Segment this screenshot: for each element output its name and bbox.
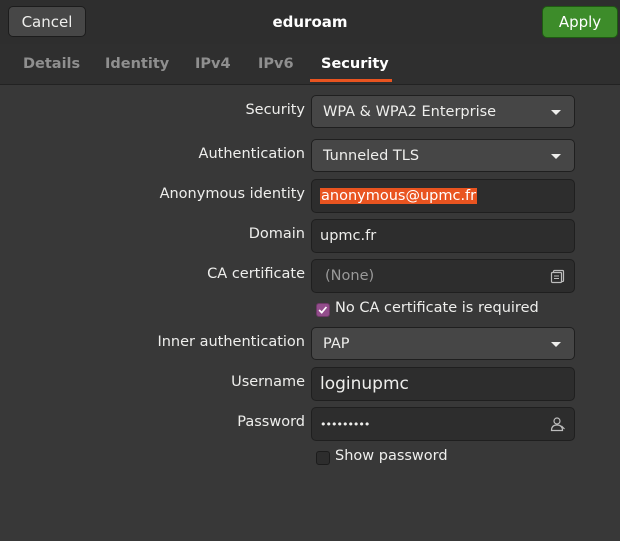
show-password-checkbox[interactable] bbox=[316, 451, 330, 465]
chevron-down-icon bbox=[551, 342, 561, 347]
security-value: WPA & WPA2 Enterprise bbox=[323, 103, 497, 120]
password-input[interactable]: ••••••••• bbox=[311, 407, 575, 441]
ca-certificate-label: CA certificate bbox=[207, 266, 305, 282]
no-ca-required-label[interactable]: No CA certificate is required bbox=[335, 300, 539, 316]
ca-certificate-value: (None) bbox=[325, 268, 375, 284]
user-icon[interactable] bbox=[550, 416, 566, 432]
inner-authentication-label: Inner authentication bbox=[157, 334, 305, 350]
document-open-icon[interactable] bbox=[550, 268, 566, 284]
no-ca-required-checkbox[interactable] bbox=[316, 303, 330, 317]
password-value: ••••••••• bbox=[320, 417, 370, 431]
username-input[interactable]: loginupmc bbox=[311, 367, 575, 401]
authentication-label: Authentication bbox=[198, 146, 305, 162]
active-tab-indicator bbox=[310, 79, 392, 82]
apply-button[interactable]: Apply bbox=[542, 6, 618, 38]
tab-ipv6[interactable]: IPv6 bbox=[258, 44, 294, 84]
checkmark-icon bbox=[318, 306, 328, 314]
tab-details[interactable]: Details bbox=[23, 44, 80, 84]
tab-identity[interactable]: Identity bbox=[105, 44, 169, 84]
show-password-label[interactable]: Show password bbox=[335, 448, 448, 464]
domain-label: Domain bbox=[248, 226, 305, 242]
domain-value: upmc.fr bbox=[320, 228, 377, 244]
authentication-combo[interactable]: Tunneled TLS bbox=[311, 139, 575, 172]
ca-certificate-input[interactable]: (None) bbox=[311, 259, 575, 293]
security-label: Security bbox=[245, 102, 305, 118]
cancel-button[interactable]: Cancel bbox=[8, 6, 86, 37]
anonymous-identity-label: Anonymous identity bbox=[159, 186, 305, 202]
security-combo[interactable]: WPA & WPA2 Enterprise bbox=[311, 95, 575, 128]
password-label: Password bbox=[237, 414, 305, 430]
tab-bar: Details Identity IPv4 IPv6 Security bbox=[0, 44, 620, 85]
tab-security[interactable]: Security bbox=[321, 44, 389, 84]
authentication-value: Tunneled TLS bbox=[323, 147, 420, 164]
chevron-down-icon bbox=[551, 110, 561, 115]
header-bar: Cancel eduroam Apply bbox=[0, 0, 620, 44]
inner-authentication-value: PAP bbox=[323, 335, 350, 352]
chevron-down-icon bbox=[551, 154, 561, 159]
username-label: Username bbox=[231, 374, 305, 390]
anonymous-identity-value: anonymous@upmc.fr bbox=[320, 188, 478, 204]
inner-authentication-combo[interactable]: PAP bbox=[311, 327, 575, 360]
tab-ipv4[interactable]: IPv4 bbox=[195, 44, 231, 84]
anonymous-identity-input[interactable]: anonymous@upmc.fr bbox=[311, 179, 575, 213]
window-title: eduroam bbox=[272, 13, 348, 31]
username-value: loginupmc bbox=[320, 374, 409, 394]
domain-input[interactable]: upmc.fr bbox=[311, 219, 575, 253]
